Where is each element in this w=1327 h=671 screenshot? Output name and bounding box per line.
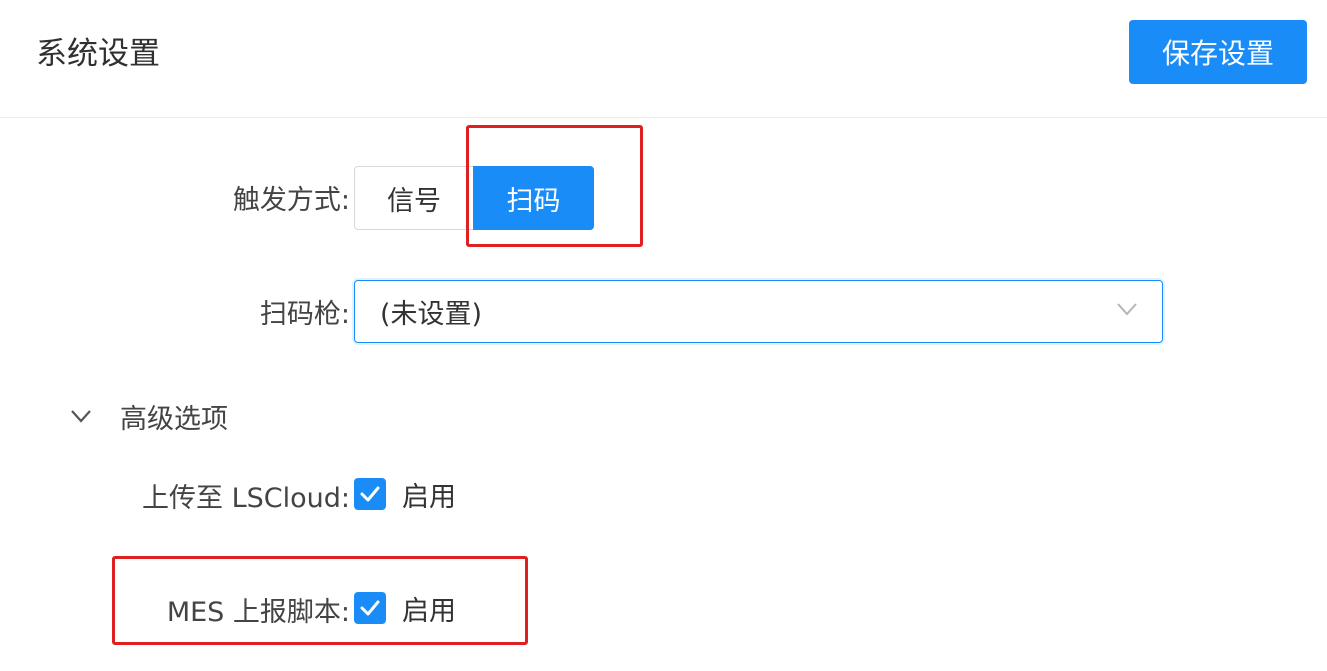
mes-enable-checkbox-row: 启用	[354, 584, 456, 632]
lscloud-enable-text: 启用	[402, 481, 456, 513]
lscloud-enable-checkbox-row: 启用	[354, 470, 456, 518]
check-icon	[360, 486, 380, 502]
page-header: 系统设置 保存设置	[0, 0, 1327, 118]
scanner-select-value: (未设置)	[380, 299, 483, 330]
lscloud-enable-checkbox[interactable]	[354, 478, 386, 510]
trigger-mode-label: 触发方式:	[232, 185, 350, 216]
scanner-select[interactable]: (未设置)	[354, 280, 1163, 343]
trigger-option-signal[interactable]: 信号	[355, 167, 473, 229]
page-title: 系统设置	[36, 36, 160, 72]
trigger-mode-segmented: 信号 扫码	[354, 166, 594, 230]
trigger-option-scan[interactable]: 扫码	[473, 166, 594, 230]
scanner-label: 扫码枪:	[259, 299, 350, 330]
chevron-down-icon	[71, 410, 91, 423]
chevron-down-icon	[1117, 303, 1137, 316]
mes-script-label: MES 上报脚本:	[166, 597, 350, 628]
advanced-options-toggle[interactable]: 高级选项	[66, 392, 228, 440]
mes-enable-text: 启用	[402, 595, 456, 627]
check-icon	[360, 600, 380, 616]
save-settings-button[interactable]: 保存设置	[1129, 20, 1307, 84]
mes-enable-checkbox[interactable]	[354, 592, 386, 624]
lscloud-label: 上传至 LSCloud:	[142, 483, 350, 514]
advanced-options-label: 高级选项	[120, 403, 228, 435]
